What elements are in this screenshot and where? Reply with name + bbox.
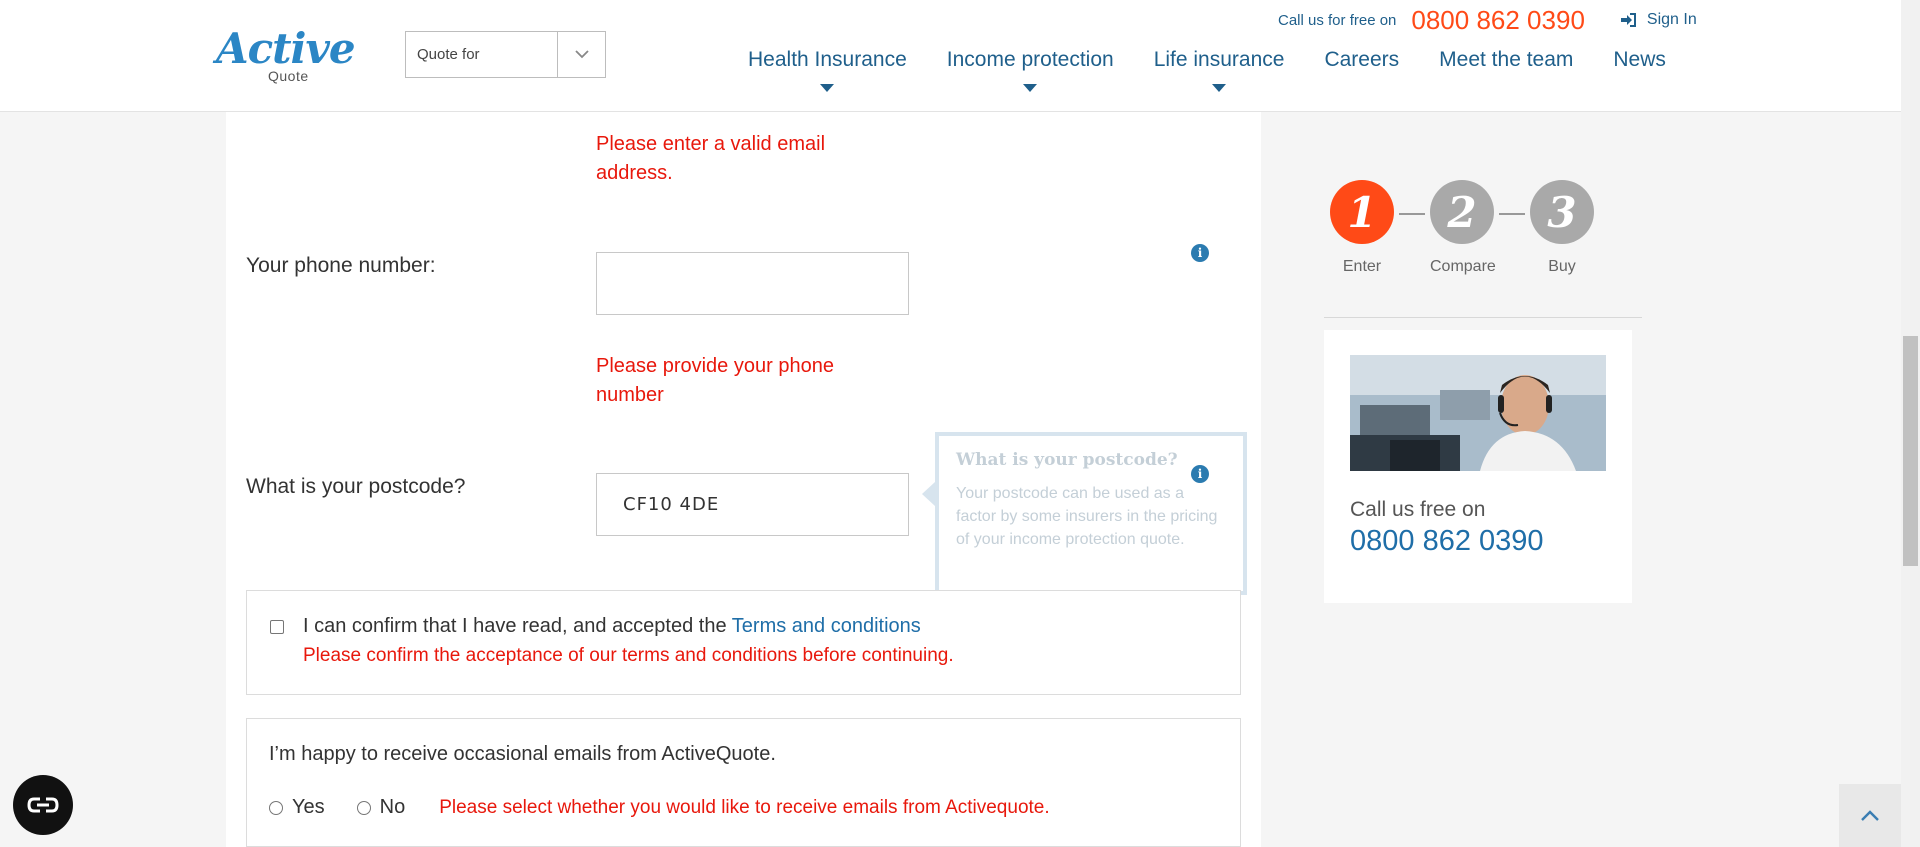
step-label: Buy	[1548, 258, 1576, 275]
tooltip-body: Your postcode can be used as a factor by…	[956, 485, 1218, 548]
step-number: 2	[1430, 180, 1494, 244]
contact-phone-link[interactable]: 0800 862 0390	[1350, 525, 1544, 558]
terms-text: I can confirm that I have read, and acce…	[303, 615, 727, 637]
marketing-no-label[interactable]: No	[380, 796, 406, 819]
step-number: 1	[1330, 180, 1394, 244]
step-buy: 3 Buy	[1530, 180, 1594, 276]
caret-down-icon	[820, 84, 835, 92]
email-error: Please enter a valid email address.	[596, 133, 826, 184]
sign-in-link[interactable]: Sign In	[1620, 11, 1697, 29]
marketing-question: I’m happy to receive occasional emails f…	[269, 743, 776, 765]
nav-label: Income protection	[946, 48, 1114, 71]
nav-careers[interactable]: Careers	[1324, 48, 1399, 72]
chevron-down-icon[interactable]	[557, 32, 605, 77]
chevron-up-icon	[1861, 809, 1879, 821]
header-topline: Call us for free on 0800 862 0390 Sign I…	[1278, 5, 1697, 35]
phone-label: Your phone number:	[246, 254, 436, 277]
step-label: Compare	[1430, 258, 1496, 275]
nav-news[interactable]: News	[1613, 48, 1666, 72]
terms-line: I can confirm that I have read, and acce…	[303, 615, 921, 638]
nav-label: Life insurance	[1153, 48, 1285, 71]
sidebar-divider	[1324, 317, 1642, 318]
call-centre-agent-photo	[1350, 355, 1606, 471]
progress-steps: 1 Enter 2 Compare 3 Buy	[1330, 180, 1602, 280]
terms-box: I can confirm that I have read, and acce…	[246, 590, 1241, 695]
marketing-yes-radio[interactable]	[269, 800, 283, 815]
phone-input[interactable]	[596, 252, 909, 315]
terms-link[interactable]: Terms and conditions	[732, 615, 921, 637]
logo-wordmark: Active	[216, 24, 356, 73]
step-connector	[1499, 213, 1525, 215]
sign-in-icon	[1620, 13, 1636, 27]
nav-label: News	[1613, 48, 1666, 71]
step-number: 3	[1530, 180, 1594, 244]
nav-life-insurance[interactable]: Life insurance	[1153, 48, 1285, 92]
quote-for-select[interactable]: Quote for	[405, 31, 606, 78]
step-enter: 1 Enter	[1330, 180, 1394, 276]
terms-checkbox[interactable]	[270, 620, 284, 634]
postcode-input[interactable]: CF10 4DE	[596, 473, 909, 536]
step-compare: 2 Compare	[1430, 180, 1496, 276]
info-icon[interactable]: i	[1191, 244, 1209, 262]
nav-meet-the-team[interactable]: Meet the team	[1439, 48, 1573, 72]
marketing-box: I’m happy to receive occasional emails f…	[246, 718, 1241, 847]
postcode-tooltip: What is your postcode? Your postcode can…	[922, 432, 1247, 595]
nav-label: Health Insurance	[748, 48, 907, 71]
postcode-label: What is your postcode?	[246, 475, 466, 498]
contact-call-label: Call us free on	[1350, 498, 1486, 521]
nav-income-protection[interactable]: Income protection	[946, 48, 1114, 92]
marketing-options: Yes No Please select whether you would l…	[269, 793, 1050, 822]
logo-subtitle: Quote	[268, 68, 309, 84]
scrollbar-thumb[interactable]	[1903, 336, 1918, 566]
call-free-label: Call us for free on	[1278, 11, 1397, 29]
nav-label: Careers	[1324, 48, 1400, 71]
nav-health-insurance[interactable]: Health Insurance	[748, 48, 907, 92]
marketing-no-radio[interactable]	[356, 800, 371, 815]
step-connector	[1399, 213, 1425, 215]
terms-error: Please confirm the acceptance of our ter…	[303, 645, 954, 666]
phone-error: Please provide your phone number	[596, 355, 834, 406]
back-to-top-button[interactable]	[1839, 784, 1901, 847]
cookie-settings-icon	[27, 797, 59, 813]
header-phone-link[interactable]: 0800 862 0390	[1411, 5, 1585, 36]
info-icon[interactable]: i	[1191, 465, 1209, 483]
main-nav: Health Insurance Income protection Life …	[748, 48, 1666, 92]
quote-for-select-value: Quote for	[417, 46, 480, 63]
tooltip-title: What is your postcode?	[956, 450, 1178, 470]
marketing-error: Please select whether you would like to …	[439, 797, 1050, 818]
marketing-yes-label[interactable]: Yes	[292, 796, 325, 819]
tooltip-arrow	[922, 482, 935, 506]
nav-label: Meet the team	[1439, 48, 1574, 71]
activequote-logo[interactable]: Active Quote	[216, 24, 356, 84]
step-label: Enter	[1342, 258, 1382, 275]
contact-card: Call us free on 0800 862 0390	[1324, 330, 1632, 603]
sign-in-label: Sign In	[1646, 11, 1697, 28]
caret-down-icon	[1023, 84, 1038, 92]
caret-down-icon	[1212, 84, 1227, 92]
site-header: Active Quote Quote for Call us for free …	[0, 0, 1901, 112]
cookie-settings-button[interactable]	[13, 775, 73, 835]
